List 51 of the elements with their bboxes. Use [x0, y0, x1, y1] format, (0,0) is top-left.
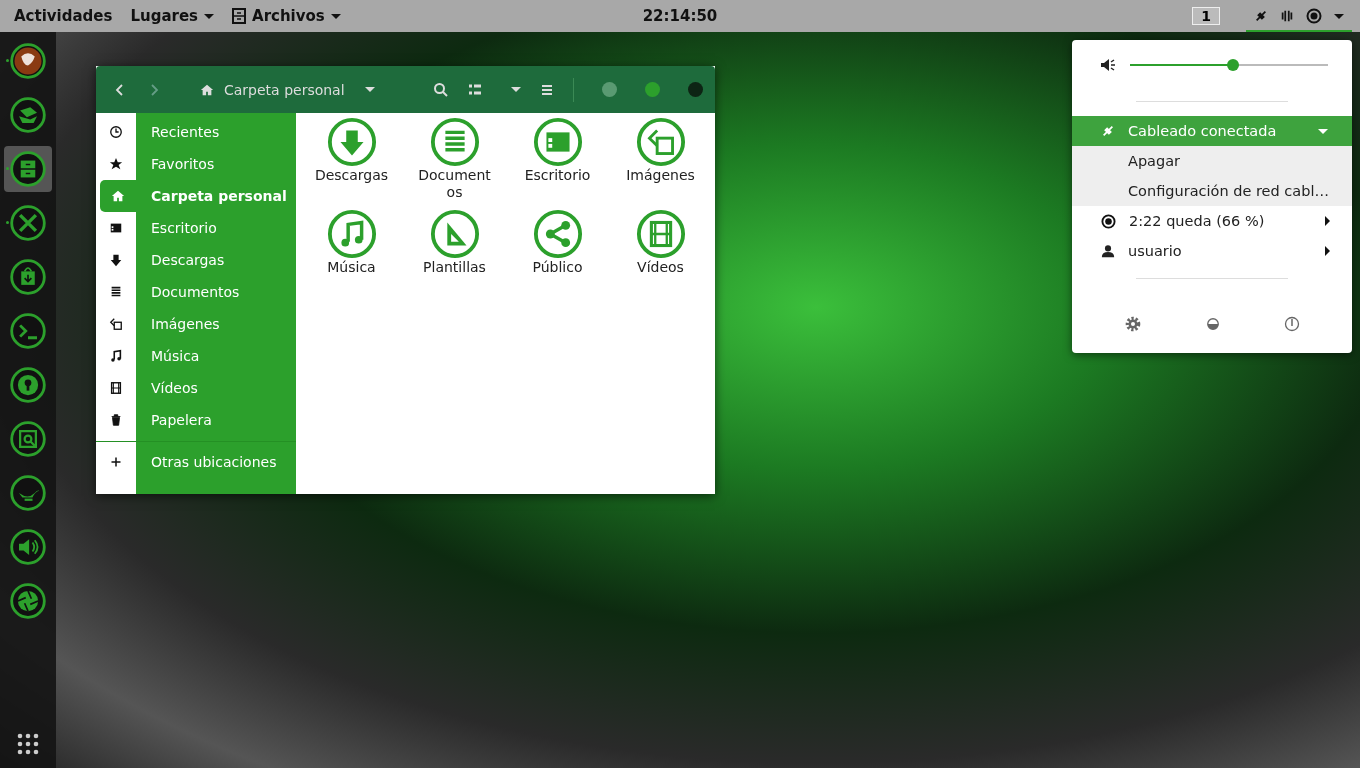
wired-plug-icon [1254, 9, 1268, 23]
speaker-icon [1100, 57, 1116, 73]
folder-images-icon [635, 117, 686, 167]
folder-item[interactable]: Escritorio [506, 117, 609, 201]
window-icon [109, 221, 123, 235]
cabinet-icon [232, 8, 247, 24]
user-item[interactable]: usuario [1072, 236, 1352, 266]
activities-button[interactable]: Actividades [8, 3, 119, 29]
clock[interactable]: 22:14:50 [642, 7, 718, 25]
network-submenu-item[interactable]: Apagar [1072, 146, 1352, 176]
film-icon [109, 381, 123, 395]
star-icon [109, 157, 123, 171]
workspace-indicator[interactable]: 1 [1192, 7, 1220, 25]
sound-bars-icon [1280, 9, 1294, 23]
power-icon[interactable] [1284, 316, 1300, 332]
plus-icon [110, 456, 122, 468]
folder-music-note-icon [326, 209, 377, 259]
music-note-icon [109, 349, 123, 363]
down-arrow-icon [109, 253, 123, 267]
trash-icon [109, 413, 123, 427]
home-icon [111, 189, 125, 203]
battery-ring-icon [1306, 8, 1322, 24]
folder-item[interactable]: Público [506, 209, 609, 276]
folder-item[interactable]: Documentos [403, 117, 506, 201]
search-icon[interactable] [433, 81, 449, 98]
folder-item[interactable]: Plantillas [403, 209, 506, 276]
folder-item[interactable]: Música [300, 209, 403, 276]
folder-item[interactable]: Vídeos [609, 209, 712, 276]
battery-ring-icon [1101, 213, 1116, 229]
clock-icon [109, 125, 123, 139]
folder-window-icon [532, 117, 583, 167]
view-options-caret-icon[interactable] [511, 87, 521, 92]
images-icon [109, 317, 123, 331]
folder-item[interactable]: Descargas [300, 117, 403, 201]
settings-icon[interactable] [1124, 315, 1142, 333]
folder-share-icon [532, 209, 583, 259]
person-icon [1101, 244, 1115, 258]
close-button[interactable] [688, 82, 703, 97]
folder-film-icon [635, 209, 686, 259]
app-grid-icon[interactable] [16, 732, 40, 756]
home-icon [200, 82, 214, 97]
lines-icon [109, 285, 123, 299]
location-button[interactable]: Carpeta personal [194, 80, 381, 99]
wired-plug-icon [1101, 124, 1115, 138]
places-menu[interactable]: Lugares [124, 3, 221, 29]
network-submenu-item[interactable]: Configuración de red cabl… [1072, 176, 1352, 206]
lock-half-circle-icon[interactable] [1206, 317, 1220, 331]
battery-item[interactable]: 2:22 queda (66 %) [1072, 206, 1352, 236]
folder-item[interactable]: Imágenes [609, 117, 712, 201]
app-menu[interactable]: Archivos [226, 3, 347, 29]
folder-lines-icon [429, 117, 480, 167]
